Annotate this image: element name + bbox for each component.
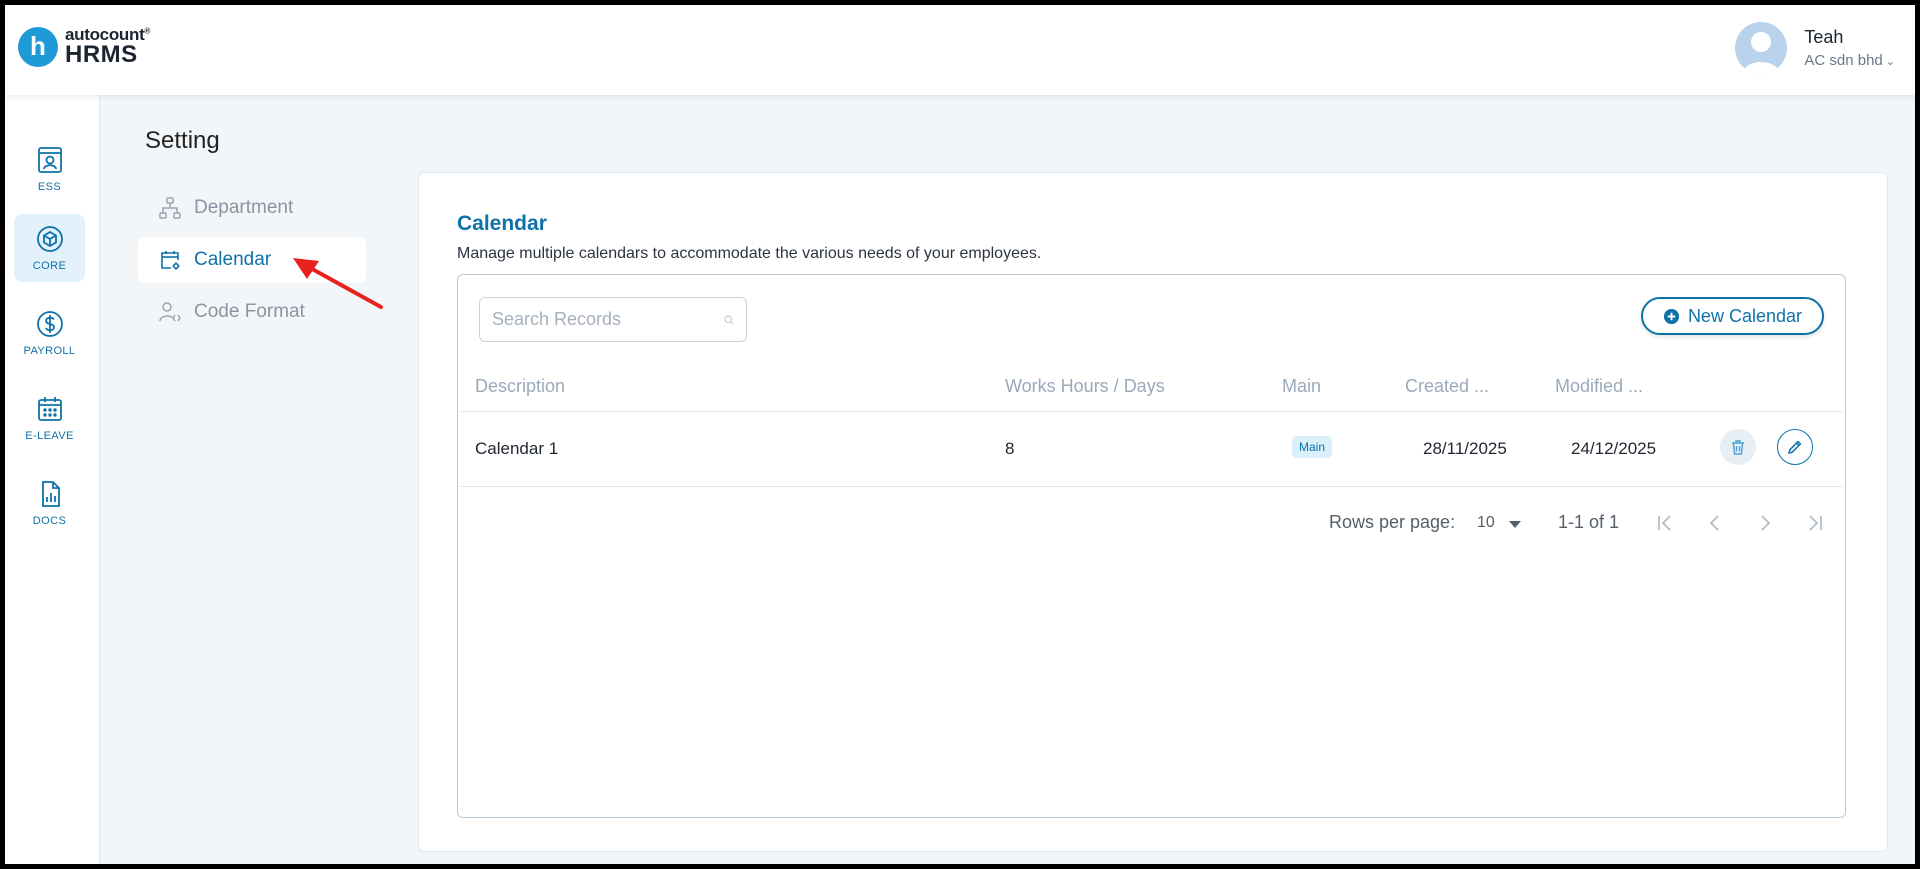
logo-wordmark: autocount® HRMS [65,26,150,67]
main-badge: Main [1292,436,1333,458]
rail-label-eleave: E-LEAVE [25,430,74,442]
column-header-created[interactable]: Created ... [1405,376,1489,397]
column-header-work-hours[interactable]: Works Hours / Days [1005,376,1165,397]
dropdown-caret-icon[interactable] [1509,521,1521,529]
delete-button[interactable] [1720,429,1756,465]
cell-created: 28/11/2025 [1423,439,1507,458]
user-menu[interactable]: Teah AC sdn bhd ⌄ [1735,22,1895,74]
org-chart-icon [159,197,181,219]
rail-label-core: CORE [32,260,67,272]
first-page-button[interactable] [1654,512,1676,534]
annotation-arrow-icon [293,258,383,309]
top-bar: h autocount® HRMS Teah AC sdn bhd ⌄ [5,5,1915,95]
chevron-left-icon [1709,515,1719,531]
chevron-down-icon[interactable]: ⌄ [1886,56,1895,68]
user-name: Teah [1804,27,1844,47]
company-line: AC sdn bhd ⌄ [1804,52,1895,69]
pagination-range: 1-1 of 1 [1558,512,1620,532]
search-input[interactable] [492,309,724,330]
user-code-icon [159,302,181,322]
id-card-icon [37,147,62,173]
cell-work-hours: 8 [1005,439,1015,458]
logo-hrms: HRMS [65,41,138,68]
column-header-main[interactable]: Main [1282,376,1321,397]
rail-item-docs[interactable]: DOCS [14,469,85,537]
card-title: Calendar [457,212,547,235]
calendar-gear-icon [161,251,180,270]
module-rail: ESS CORE PAYROLL E-LEAVE DOCS [5,95,100,864]
page-title: Setting [145,127,220,154]
company-name: AC sdn bhd [1804,52,1883,69]
app-window: h autocount® HRMS Teah AC sdn bhd ⌄ ESS … [5,5,1915,864]
rail-item-eleave[interactable]: E-LEAVE [14,384,85,452]
rows-per-page-label: Rows per page: [1329,512,1456,532]
next-page-button[interactable] [1754,512,1776,534]
dollar-circle-icon [36,311,63,337]
header-divider [460,411,1843,412]
column-header-modified[interactable]: Modified ... [1555,376,1643,397]
row-divider [460,486,1843,487]
first-page-icon [1658,515,1671,531]
pencil-icon [1787,440,1802,455]
edit-button[interactable] [1777,429,1813,465]
setting-item-label: Department [194,197,294,218]
prev-page-button[interactable] [1704,512,1726,534]
rail-item-payroll[interactable]: PAYROLL [14,299,85,367]
rail-label-payroll: PAYROLL [23,345,76,357]
rail-item-ess[interactable]: ESS [14,135,85,203]
last-page-button[interactable] [1804,512,1826,534]
cell-description: Calendar 1 [475,439,559,458]
calendar-grid-icon [37,397,62,421]
document-chart-icon [41,481,60,507]
app-logo[interactable]: h autocount® HRMS [18,26,150,67]
setting-item-department[interactable]: Department [138,185,366,231]
new-calendar-label: New Calendar [1687,305,1802,326]
user-silhouette-icon [1743,32,1780,74]
calendar-card: Calendar Manage multiple calendars to ac… [418,172,1888,852]
search-icon[interactable] [724,307,734,333]
setting-item-label: Calendar [194,249,272,270]
new-calendar-button[interactable]: New Calendar [1640,297,1824,335]
rows-per-page-select[interactable]: 10 [1477,514,1495,532]
rail-item-core[interactable]: CORE [14,214,85,282]
user-info[interactable]: Teah AC sdn bhd ⌄ [1804,27,1895,69]
column-header-description[interactable]: Description [475,376,565,397]
logo-mark: h [18,26,58,67]
cell-modified: 24/12/2025 [1571,439,1657,458]
card-description: Manage multiple calendars to accommodate… [457,245,1042,262]
logo-registered-mark: ® [144,26,151,36]
avatar[interactable] [1735,22,1788,74]
trash-icon [1732,440,1744,455]
cube-icon [36,226,63,252]
plus-circle-icon [1663,308,1679,324]
calendar-table: New Calendar Description Works Hours / D… [457,274,1846,818]
last-page-icon [1809,515,1822,531]
rail-label-ess: ESS [37,181,62,193]
search-box[interactable] [479,297,747,342]
rail-label-docs: DOCS [32,515,67,527]
chevron-right-icon [1761,515,1771,531]
